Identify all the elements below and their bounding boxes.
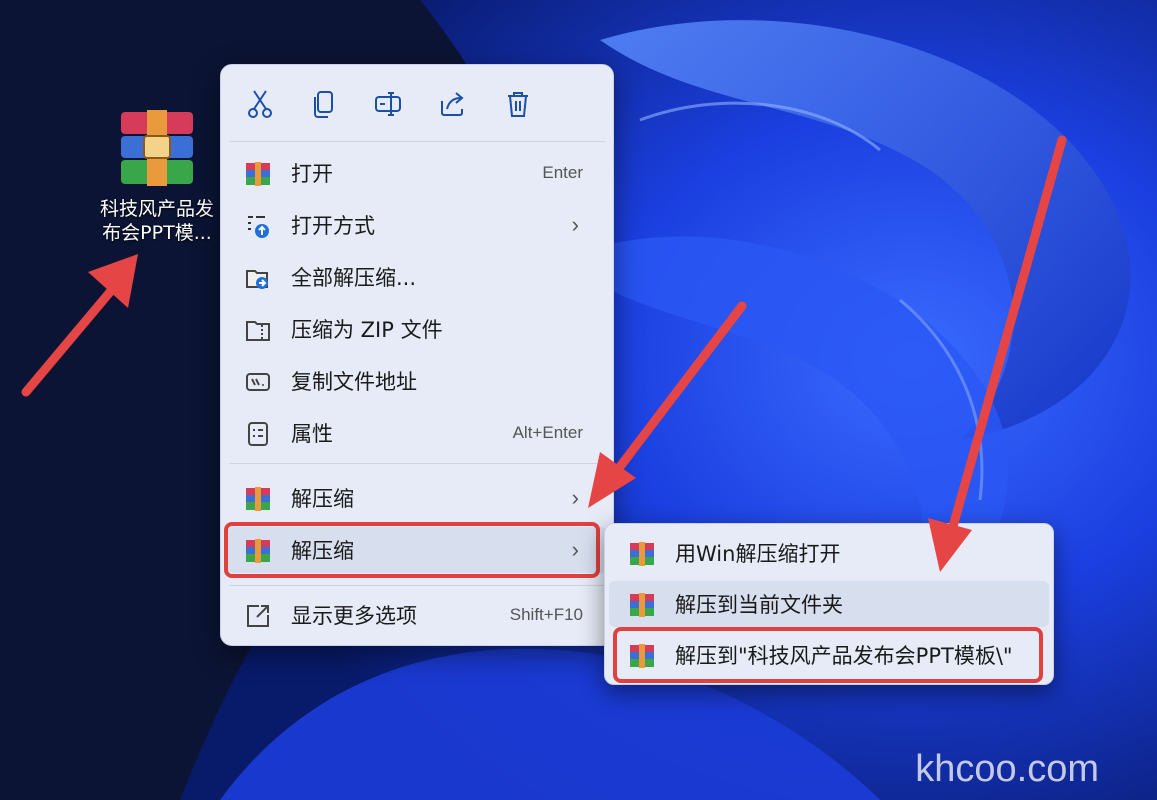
submenu-item-extract-to-folder[interactable]: 解压到"科技风产品发布会PPT模板\" [609, 632, 1049, 678]
menu-item-label: 全部解压缩... [291, 266, 417, 290]
menu-item-accelerator: Alt+Enter [512, 423, 583, 442]
copy-path-icon [246, 373, 270, 391]
menu-separator [229, 141, 605, 142]
menu-item-label: 属性 [291, 422, 333, 446]
submenu-item-open-with-winrar[interactable]: 用Win解压缩打开 [609, 530, 1049, 576]
context-menu: 打开 Enter 打开方式 › 全部解压缩... 压缩为 ZIP 文件 复制文件… [220, 64, 614, 646]
menu-item-more-options[interactable]: 显示更多选项 Shift+F10 [227, 592, 607, 638]
submenu-item-label: 解压到"科技风产品发布会PPT模板\" [675, 644, 1013, 668]
desktop-file-icon[interactable]: 科技风产品发 布会PPT模... [92, 110, 222, 245]
menu-item-label: 解压缩 [291, 539, 354, 563]
menu-item-copy-path[interactable]: 复制文件地址 [227, 358, 607, 404]
context-menu-toolbar [221, 65, 613, 141]
share-button[interactable] [435, 87, 469, 121]
submenu-item-extract-here[interactable]: 解压到当前文件夹 [609, 581, 1049, 627]
menu-item-properties[interactable]: 属性 Alt+Enter [227, 410, 607, 456]
menu-item-accelerator: Shift+F10 [509, 605, 583, 624]
winrar-archive-icon [121, 110, 193, 186]
rename-button[interactable] [371, 87, 405, 121]
menu-item-accelerator: Enter [542, 163, 583, 182]
chevron-right-icon: › [571, 212, 579, 237]
delete-button[interactable] [501, 87, 535, 121]
winrar-icon [630, 593, 654, 617]
menu-item-label: 复制文件地址 [291, 370, 417, 394]
menu-item-label: 打开方式 [291, 214, 375, 238]
share-icon [441, 92, 464, 116]
winrar-icon [630, 542, 654, 566]
submenu-item-label: 用Win解压缩打开 [675, 542, 841, 566]
menu-item-open-with[interactable]: 打开方式 › [227, 202, 607, 248]
menu-item-extract-2[interactable]: 解压缩 › [227, 527, 607, 573]
menu-item-label: 压缩为 ZIP 文件 [291, 318, 443, 342]
copy-button[interactable] [307, 87, 341, 121]
submenu-item-label: 解压到当前文件夹 [675, 593, 843, 617]
zip-icon [246, 321, 270, 341]
chevron-right-icon: › [571, 537, 579, 562]
menu-item-extract-all[interactable]: 全部解压缩... [227, 254, 607, 300]
watermark: khcoo.com [915, 748, 1099, 790]
properties-icon [248, 422, 268, 446]
extract-all-icon [246, 270, 268, 289]
menu-item-extract-1[interactable]: 解压缩 › [227, 475, 607, 521]
more-options-icon [247, 605, 269, 627]
winrar-icon [246, 539, 270, 563]
scissors-icon [248, 90, 272, 118]
menu-item-open[interactable]: 打开 Enter [227, 150, 607, 196]
trash-icon [508, 92, 528, 117]
extract-submenu: 用Win解压缩打开 解压到当前文件夹 解压到"科技风产品发布会PPT模板\" [604, 523, 1054, 685]
rename-icon [375, 92, 401, 116]
winrar-icon [246, 162, 270, 186]
menu-item-label: 显示更多选项 [291, 604, 417, 628]
winrar-icon [246, 487, 270, 511]
menu-item-compress-zip[interactable]: 压缩为 ZIP 文件 [227, 306, 607, 352]
menu-item-label: 解压缩 [291, 487, 354, 511]
chevron-right-icon: › [571, 485, 579, 510]
open-with-icon [248, 216, 269, 238]
menu-separator [229, 463, 605, 464]
copy-icon [314, 91, 333, 118]
menu-item-label: 打开 [291, 162, 333, 186]
desktop-file-label: 科技风产品发 布会PPT模... [99, 198, 214, 244]
cut-button[interactable] [243, 87, 277, 121]
menu-separator [229, 585, 605, 586]
winrar-icon [630, 644, 654, 668]
